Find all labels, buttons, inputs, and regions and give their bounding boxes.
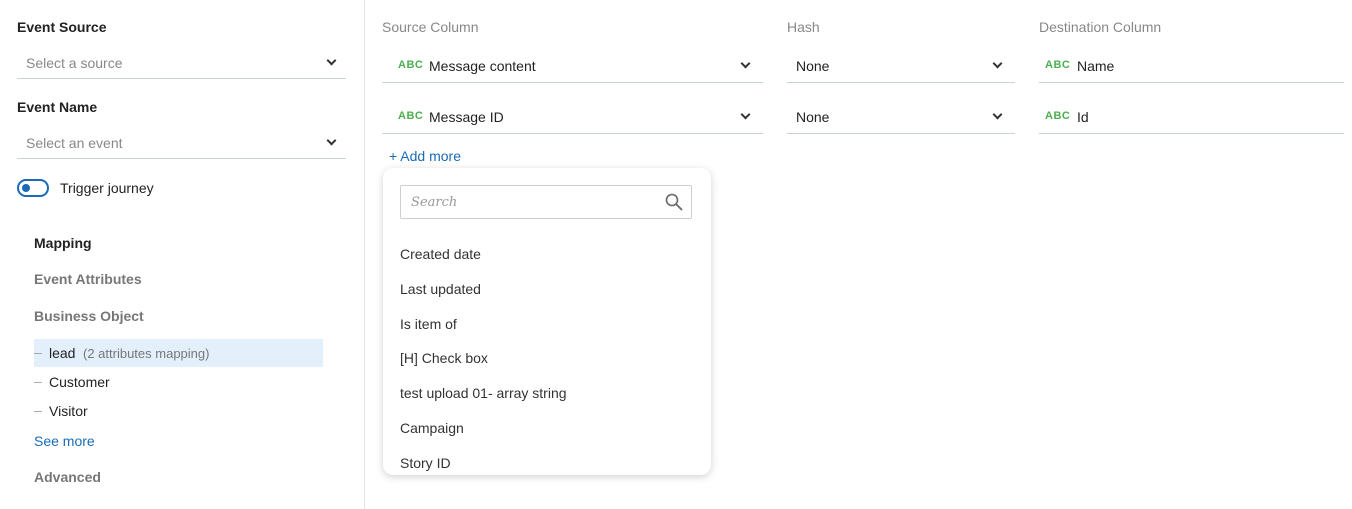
type-badge: ABC (1045, 59, 1071, 71)
event-source-select[interactable]: Select a source (17, 47, 346, 79)
search-icon[interactable] (665, 193, 683, 211)
trigger-journey-toggle[interactable] (17, 179, 49, 197)
hash-select[interactable]: None (787, 100, 1015, 134)
source-column-select[interactable]: ABC Message ID (382, 100, 763, 134)
dropdown-option[interactable]: Story ID (400, 450, 694, 475)
dropdown-search (400, 185, 692, 219)
dropdown-option[interactable]: Is item of (400, 311, 694, 337)
toggle-knob (22, 184, 30, 192)
nav-mapping[interactable]: Mapping (34, 235, 92, 251)
destination-column-header: Destination Column (1039, 19, 1162, 35)
tree-item-label: Customer (49, 374, 110, 390)
source-column-select[interactable]: ABC Message content (382, 49, 763, 83)
dropdown-option[interactable]: [H] Check box (400, 345, 694, 371)
chevron-down-icon (326, 135, 337, 146)
trigger-journey-label: Trigger journey (60, 180, 154, 196)
dropdown-option[interactable]: Campaign (400, 415, 694, 441)
type-badge: ABC (1045, 110, 1071, 122)
chevron-down-icon (740, 109, 751, 120)
tree-connector (34, 382, 42, 383)
dropdown-option[interactable]: Last updated (400, 276, 694, 302)
tree-connector (34, 353, 42, 354)
chevron-down-icon (992, 58, 1003, 69)
destination-column-value: Name (1077, 58, 1115, 74)
dropdown-option[interactable]: Created date (400, 241, 694, 267)
dropdown-option[interactable]: test upload 01- array string (400, 380, 694, 406)
type-badge: ABC (398, 59, 424, 71)
source-column-value: Message content (429, 58, 536, 74)
source-column-dropdown: Created date Last updated Is item of [H]… (383, 168, 711, 475)
tree-connector (34, 411, 42, 412)
chevron-down-icon (740, 58, 751, 69)
source-column-value: Message ID (429, 109, 504, 125)
tree-item-customer[interactable]: Customer (34, 368, 323, 396)
tree-item-lead[interactable]: lead (2 attributes mapping) (34, 339, 323, 367)
see-more-link[interactable]: See more (34, 433, 95, 449)
hash-column-header: Hash (787, 19, 820, 35)
type-badge: ABC (398, 110, 424, 122)
event-source-label: Event Source (17, 19, 107, 35)
nav-event-attributes[interactable]: Event Attributes (34, 271, 142, 287)
nav-advanced[interactable]: Advanced (34, 469, 101, 485)
event-name-label: Event Name (17, 99, 98, 115)
tree-item-label: lead (49, 345, 76, 361)
tree-item-sublabel: (2 attributes mapping) (83, 346, 210, 361)
hash-value: None (796, 109, 830, 125)
dropdown-search-input[interactable] (401, 186, 651, 218)
event-name-select[interactable]: Select an event (17, 127, 346, 159)
tree-item-visitor[interactable]: Visitor (34, 397, 323, 425)
tree-item-label: Visitor (49, 403, 88, 419)
destination-column-field: ABC Name (1039, 49, 1344, 83)
destination-column-field: ABC Id (1039, 100, 1344, 134)
hash-value: None (796, 58, 830, 74)
destination-column-value: Id (1077, 109, 1089, 125)
left-panel: Event Source Select a source Event Name … (0, 0, 365, 509)
chevron-down-icon (326, 55, 337, 66)
add-more-link[interactable]: + Add more (389, 148, 461, 164)
hash-select[interactable]: None (787, 49, 1015, 83)
chevron-down-icon (992, 109, 1003, 120)
event-name-placeholder: Select an event (26, 135, 123, 151)
source-column-header: Source Column (382, 19, 479, 35)
nav-business-object[interactable]: Business Object (34, 308, 144, 324)
event-source-placeholder: Select a source (26, 55, 123, 71)
